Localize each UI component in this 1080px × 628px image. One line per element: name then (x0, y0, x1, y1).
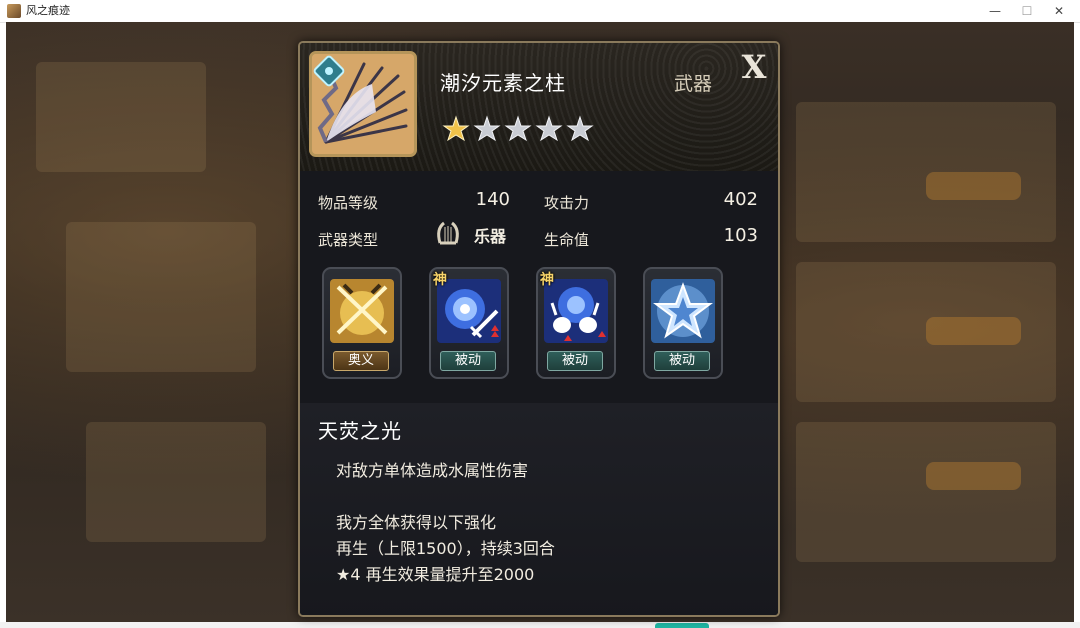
background-card (86, 422, 266, 542)
bottom-strip (0, 622, 1080, 628)
close-icon[interactable]: X (736, 49, 772, 85)
star-icon-empty (535, 115, 563, 142)
divine-badge: 神 (540, 272, 554, 288)
background-card (796, 102, 1056, 242)
star-rating (442, 115, 594, 145)
skill-name: 天荧之光 (318, 419, 402, 443)
weapon-type-value: 乐器 (474, 227, 507, 246)
description-line: 对敌方单体造成水属性伤害 (336, 461, 529, 480)
weapon-type-label: 武器类型 (318, 231, 379, 249)
skill-tag: 被动 (440, 351, 496, 371)
item-name: 潮汐元素之柱 (440, 71, 566, 95)
hp-label: 生命值 (544, 231, 590, 249)
item-type: 武器 (674, 73, 713, 95)
item-portrait (309, 51, 417, 157)
bottom-tab-indicator (655, 623, 709, 628)
item-detail-panel: 潮汐元素之柱 武器 X 物品等级 140 攻击力 402 武器类型 乐器 生命值… (298, 41, 780, 617)
maximize-button[interactable]: ☐ (1010, 0, 1044, 22)
description-line: 再生（上限1500），持续3回合 (336, 539, 555, 558)
star-icon-empty (566, 115, 594, 142)
background-button (926, 317, 1021, 345)
close-window-button[interactable]: ✕ (1042, 0, 1076, 22)
star-icon-filled (442, 115, 470, 142)
item-level-value: 140 (475, 189, 510, 210)
background-card (36, 62, 206, 172)
blue-star-icon (651, 279, 715, 343)
app-icon (7, 4, 21, 18)
divine-badge: 神 (433, 272, 447, 288)
minimize-button[interactable]: — (978, 0, 1012, 22)
skill-tag: 奥义 (333, 351, 389, 371)
lyre-icon (437, 221, 459, 245)
skill-slot-passive-3[interactable]: 被动 (643, 267, 723, 379)
harp-weapon-icon (312, 54, 414, 154)
star-icon-empty (504, 115, 532, 142)
crossed-swords-icon (330, 279, 394, 343)
background-button (926, 462, 1021, 490)
description-line: 我方全体获得以下强化 (336, 513, 497, 532)
background-card (796, 422, 1056, 562)
description-line: ★4 再生效果量提升至2000 (336, 565, 535, 584)
attack-value: 402 (723, 189, 758, 210)
star-icon-empty (473, 115, 501, 142)
item-level-label: 物品等级 (318, 194, 379, 212)
attack-label: 攻击力 (544, 194, 590, 212)
skill-tag: 被动 (547, 351, 603, 371)
background-button (926, 172, 1021, 200)
skill-slot-passive-2[interactable]: 神 被动 (536, 267, 616, 379)
window-titlebar: 风之痕迹 — ☐ ✕ (0, 0, 1080, 23)
skill-slot-passive-1[interactable]: 神 被动 (429, 267, 509, 379)
skill-tag: 被动 (654, 351, 710, 371)
window-title: 风之痕迹 (26, 4, 70, 17)
skill-slot-ultimate[interactable]: 奥义 (322, 267, 402, 379)
hp-value: 103 (723, 225, 758, 246)
background-card (66, 222, 256, 372)
